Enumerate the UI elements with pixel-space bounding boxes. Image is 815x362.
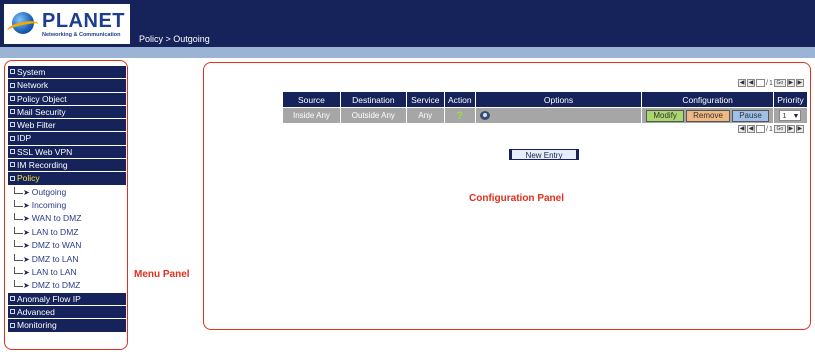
pager-bottom: ◀ ◀ / 1 Go ▶ ▶	[738, 125, 804, 133]
remove-button[interactable]: Remove	[686, 109, 730, 122]
cell-destination: Outside Any	[339, 107, 407, 124]
prev-page-icon[interactable]: ◀	[747, 79, 755, 87]
col-header-options: Options	[474, 91, 643, 108]
last-page-icon[interactable]: ▶	[795, 79, 804, 87]
next-page-icon[interactable]: ▶	[786, 79, 795, 87]
pager-top: ◀ ◀ / 1 Go ▶ ▶	[738, 79, 804, 87]
cell-source: Inside Any	[282, 107, 341, 124]
question-mark-icon: ?	[456, 109, 464, 122]
cell-configuration: Modify Remove Pause	[641, 107, 774, 124]
cell-priority: 1 ▼	[772, 107, 809, 124]
logo-text: PLANET	[42, 10, 125, 32]
col-header-service: Service	[405, 91, 445, 108]
prev-page-icon[interactable]: ◀	[747, 125, 755, 133]
go-button[interactable]: Go	[773, 125, 786, 133]
first-page-icon[interactable]: ◀	[738, 125, 746, 133]
header-strip	[0, 47, 815, 58]
chevron-down-icon: ▼	[792, 113, 800, 120]
col-header-priority: Priority	[772, 91, 809, 108]
eye-icon[interactable]	[479, 111, 490, 121]
cell-service: Any	[405, 107, 445, 124]
table-row: Inside Any Outside Any Any ? Modify Remo…	[282, 107, 809, 124]
last-page-icon[interactable]: ▶	[795, 125, 804, 133]
header-bar: PLANET Networking & Communication Policy…	[0, 0, 815, 47]
logo-subtext: Networking & Communication	[42, 32, 121, 38]
page-number-input[interactable]	[756, 125, 765, 133]
priority-select[interactable]: 1 ▼	[779, 110, 802, 121]
menu-panel-outline	[4, 60, 128, 350]
next-page-icon[interactable]: ▶	[786, 125, 795, 133]
pause-button[interactable]: Pause	[732, 109, 769, 122]
menu-panel-label: Menu Panel	[134, 269, 190, 280]
col-header-destination: Destination	[339, 91, 407, 108]
first-page-icon[interactable]: ◀	[738, 79, 746, 87]
cell-action: ?	[443, 107, 476, 124]
col-header-source: Source	[282, 91, 341, 108]
page-number-input[interactable]	[756, 79, 765, 87]
go-button[interactable]: Go	[773, 79, 786, 87]
policy-table: Source Destination Service Action Option…	[282, 91, 809, 124]
col-header-configuration: Configuration	[641, 91, 774, 108]
configuration-panel-label: Configuration Panel	[469, 193, 564, 204]
col-header-action: Action	[443, 91, 476, 108]
cell-options	[474, 107, 643, 124]
planet-logo: PLANET Networking & Communication	[4, 4, 130, 44]
table-header-row: Source Destination Service Action Option…	[282, 91, 809, 108]
breadcrumb: Policy > Outgoing	[139, 34, 210, 44]
new-entry-button[interactable]: New Entry	[509, 149, 579, 160]
modify-button[interactable]: Modify	[646, 109, 684, 122]
